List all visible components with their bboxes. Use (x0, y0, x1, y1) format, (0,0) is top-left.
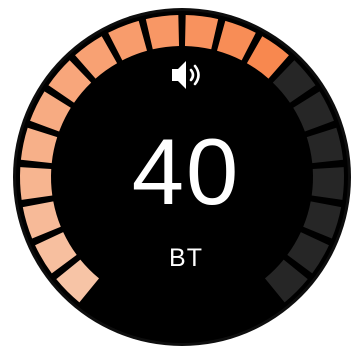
volume-screen: 40 BT (0, 0, 362, 349)
volume-unit-label: BT (169, 244, 203, 272)
speaker-volume-icon (172, 61, 200, 89)
volume-value: 40 (131, 119, 241, 224)
volume-segment-inactive (311, 167, 345, 200)
volume-segment-active (20, 167, 53, 200)
